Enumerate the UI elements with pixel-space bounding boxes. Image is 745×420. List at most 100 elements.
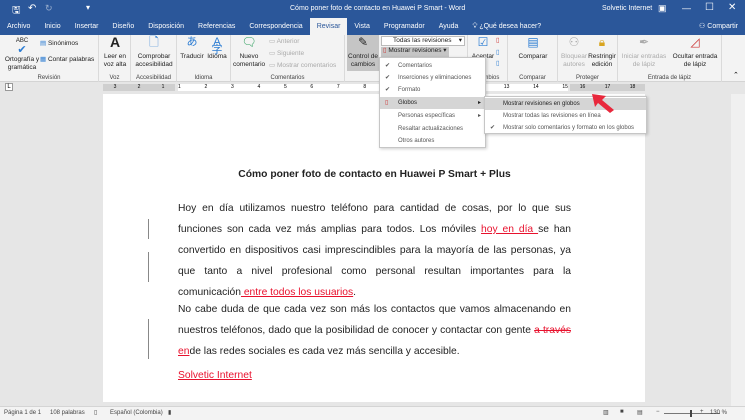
tab-disposicion[interactable]: Disposición: [141, 18, 191, 35]
tab-diseno[interactable]: Diseño: [105, 18, 141, 35]
tell-me-search[interactable]: 💡︎ ¿Qué desea hacer?: [465, 18, 548, 35]
submenu-arrow-icon: ▸: [477, 100, 481, 106]
macro-icon[interactable]: ▮: [168, 409, 171, 416]
restrict-editing-button[interactable]: 🔒︎ Restringir edición: [588, 36, 616, 69]
group-label: Idioma: [194, 75, 213, 81]
vertical-ruler[interactable]: [0, 94, 12, 402]
new-comment-button[interactable]: 🗨 Nuevo comentario: [233, 35, 265, 69]
spelling-label: Ortografía y gramática: [4, 56, 40, 71]
zoom-slider-thumb[interactable]: [690, 410, 692, 417]
word-count[interactable]: 108 palabras: [50, 410, 85, 416]
page-count[interactable]: Página 1 de 1: [4, 410, 41, 416]
proofing-icon[interactable]: ▯: [94, 409, 97, 416]
web-layout-icon[interactable]: ▤: [637, 409, 643, 416]
balloons-submenu: Mostrar revisiones en globos Mostrar tod…: [484, 96, 647, 134]
menu-item-formato[interactable]: ✔ Formato: [380, 84, 485, 96]
translate-button[interactable]: あ Traducir: [180, 37, 204, 61]
word-count-button[interactable]: ▦ Contar palabras: [40, 56, 94, 64]
tab-archivo[interactable]: Archivo: [0, 18, 37, 35]
menu-item-otros-autores[interactable]: Otros autores: [380, 135, 485, 147]
check-accessibility-button[interactable]: 🗋 Comprobar accesibilidad: [132, 35, 176, 69]
chevron-down-icon: ▾: [458, 37, 462, 44]
hide-ink-button[interactable]: ◿ Ocultar entrada de lápiz: [670, 36, 720, 69]
ribbon: ABC ✔ Ortografía y gramática ▤ Sinónimos ▦…: [0, 35, 745, 82]
menu-item-inserciones[interactable]: ✔ Inserciones y eliminaciones: [380, 72, 485, 84]
ribbon-display-icon[interactable]: ▣: [658, 3, 667, 14]
ruler-margin-right: 16 17 18: [570, 84, 645, 91]
group-label: Comparar: [519, 75, 546, 81]
user-name[interactable]: Solvetic Internet: [602, 5, 652, 12]
submenu-item-balloons[interactable]: Mostrar revisiones en globos: [485, 98, 646, 110]
language-status[interactable]: Español (Colombia): [110, 410, 163, 416]
solvetic-link[interactable]: Solvetic Internet: [178, 370, 252, 381]
reject-icon[interactable]: ▯: [496, 37, 500, 45]
read-mode-icon[interactable]: ▥: [603, 409, 609, 416]
paragraph-1[interactable]: Hoy en día utilizamos nuestro teléfono p…: [178, 198, 571, 303]
share-button[interactable]: ⚇ Compartir: [692, 18, 745, 35]
zoom-level[interactable]: 130 %: [710, 410, 727, 416]
tab-referencias[interactable]: Referencias: [191, 18, 242, 35]
tab-revisar[interactable]: Revisar: [309, 18, 348, 35]
horizontal-ruler[interactable]: L 321 123456789101112131415 161718: [0, 82, 745, 94]
tab-programador[interactable]: Programador: [377, 18, 432, 35]
group-idioma: あ Traducir A字 Idioma Idioma: [177, 35, 231, 82]
title-bar: 🖫 ↶ ↻ ▾ Cómo poner foto de contacto en H…: [0, 0, 745, 18]
language-button[interactable]: A字 Idioma: [205, 37, 229, 61]
close-button[interactable]: ✕: [728, 2, 736, 13]
track-changes-button[interactable]: ✎ Control de cambios: [347, 35, 379, 71]
previous-comment-button[interactable]: ▭ Anterior: [269, 38, 299, 46]
markup-select[interactable]: Todas las revisiones ▾: [381, 36, 465, 46]
group-label: Comentarios: [270, 75, 305, 81]
ruler-margin-left: 321: [103, 84, 175, 91]
spelling-button[interactable]: ABC ✔ Ortografía y gramática: [3, 37, 41, 72]
undo-icon[interactable]: ↶: [28, 3, 36, 14]
show-markup-button[interactable]: ▯ Mostrar revisiones ▾: [381, 47, 449, 57]
insertion: hoy en día: [481, 224, 539, 235]
accessibility-icon: 🗋: [149, 35, 159, 49]
next-icon: ▭: [269, 50, 277, 57]
group-accesibilidad: 🗋 Comprobar accesibilidad Accesibilidad: [131, 35, 177, 82]
menu-item-globos[interactable]: ▯ Globos ▸: [380, 97, 485, 109]
deletion: a través: [534, 325, 571, 336]
pen-icon: ✒: [638, 35, 650, 49]
submenu-item-comments-only[interactable]: ✔ Mostrar solo comentarios y formato en l…: [485, 122, 646, 134]
next-change-icon[interactable]: ▯: [496, 60, 500, 68]
submenu-arrow-icon: ▸: [477, 113, 481, 119]
synonyms-button[interactable]: ▤ Sinónimos: [40, 40, 78, 48]
menu-item-resaltar[interactable]: Resaltar actualizaciones: [380, 123, 485, 135]
check-icon: ✔: [385, 87, 391, 93]
compare-button[interactable]: ▤ Comparar: [512, 36, 554, 61]
collapse-ribbon-icon[interactable]: ⌃: [733, 71, 739, 79]
zoom-out-button[interactable]: −: [656, 409, 660, 415]
start-inking-button[interactable]: ✒ Iniciar entradas de lápiz: [620, 35, 668, 69]
submenu-item-inline[interactable]: Mostrar todas las revisiones en línea: [485, 110, 646, 122]
tab-correspondencia[interactable]: Correspondencia: [242, 18, 309, 35]
block-authors-icon: ⚇: [568, 35, 580, 49]
tab-inicio[interactable]: Inicio: [37, 18, 67, 35]
show-comments-button[interactable]: ▭ Mostrar comentarios: [269, 62, 336, 70]
next-comment-button[interactable]: ▭ Siguiente: [269, 50, 304, 58]
block-authors-button[interactable]: ⚇ Bloquear autores: [560, 35, 588, 69]
paragraph-2[interactable]: No cabe duda de que cada vez son más los…: [178, 299, 571, 362]
menu-item-personas[interactable]: Personas específicas ▸: [380, 110, 485, 122]
redo-icon[interactable]: ↻: [45, 3, 53, 14]
tab-vista[interactable]: Vista: [347, 18, 376, 35]
tab-ayuda[interactable]: Ayuda: [432, 18, 466, 35]
document-page[interactable]: Cómo poner foto de contacto en Huawei P …: [103, 94, 645, 402]
new-comment-icon: 🗨: [241, 35, 257, 49]
previous-change-icon[interactable]: ▯: [496, 49, 500, 57]
menu-item-comentarios[interactable]: ✔ Comentarios: [380, 60, 485, 72]
group-label: Voz: [109, 75, 120, 81]
maximize-button[interactable]: ☐: [705, 2, 714, 13]
customize-qat-icon[interactable]: ▾: [86, 3, 90, 12]
vertical-scrollbar[interactable]: [731, 94, 745, 406]
thesaurus-icon: ▤: [40, 40, 48, 47]
minimize-button[interactable]: —: [682, 3, 691, 13]
status-bar: Página 1 de 1 108 palabras ▯ Español (Co…: [0, 406, 745, 420]
read-aloud-button[interactable]: A Leer en voz alta: [101, 35, 129, 69]
zoom-in-button[interactable]: +: [700, 409, 704, 415]
tab-insertar[interactable]: Insertar: [68, 18, 106, 35]
group-proteger: ⚇ Bloquear autores 🔒︎ Restringir edición P…: [558, 35, 618, 82]
print-layout-icon[interactable]: ■: [620, 409, 624, 415]
tab-selector[interactable]: L: [5, 83, 13, 91]
